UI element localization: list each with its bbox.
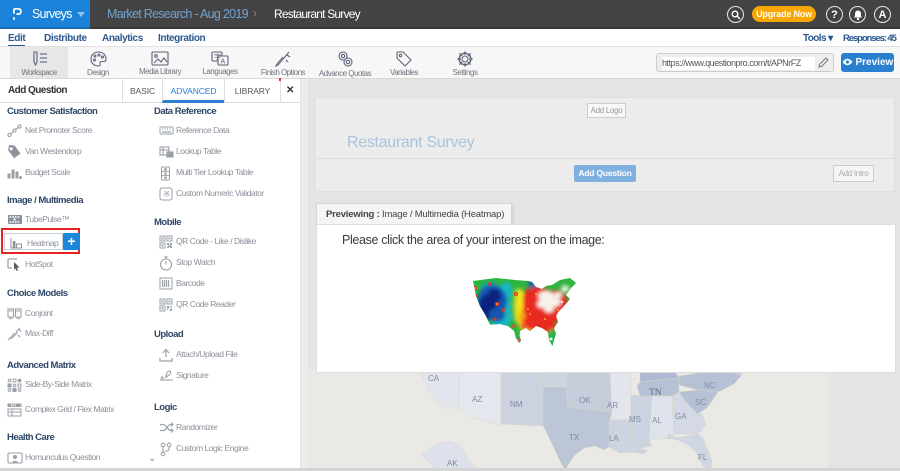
- svg-text:TN: TN: [649, 388, 662, 398]
- svg-text:LA: LA: [609, 434, 619, 443]
- svg-text:NM: NM: [510, 400, 523, 409]
- svg-text:※: ※: [163, 189, 171, 199]
- svg-text:CA: CA: [428, 374, 440, 383]
- svg-text:AZ: AZ: [472, 395, 482, 404]
- svg-text:FL: FL: [698, 453, 708, 462]
- svg-text:A: A: [221, 59, 226, 66]
- svg-text:AK: AK: [447, 459, 458, 468]
- svg-text:TX: TX: [569, 433, 580, 442]
- svg-text:NC: NC: [704, 381, 716, 390]
- svg-text:MS: MS: [629, 415, 641, 424]
- svg-text:AR: AR: [607, 401, 618, 410]
- svg-text:SC: SC: [695, 398, 706, 407]
- svg-text:AL: AL: [652, 416, 662, 425]
- svg-text:GA: GA: [675, 412, 687, 421]
- svg-text:OK: OK: [579, 396, 591, 405]
